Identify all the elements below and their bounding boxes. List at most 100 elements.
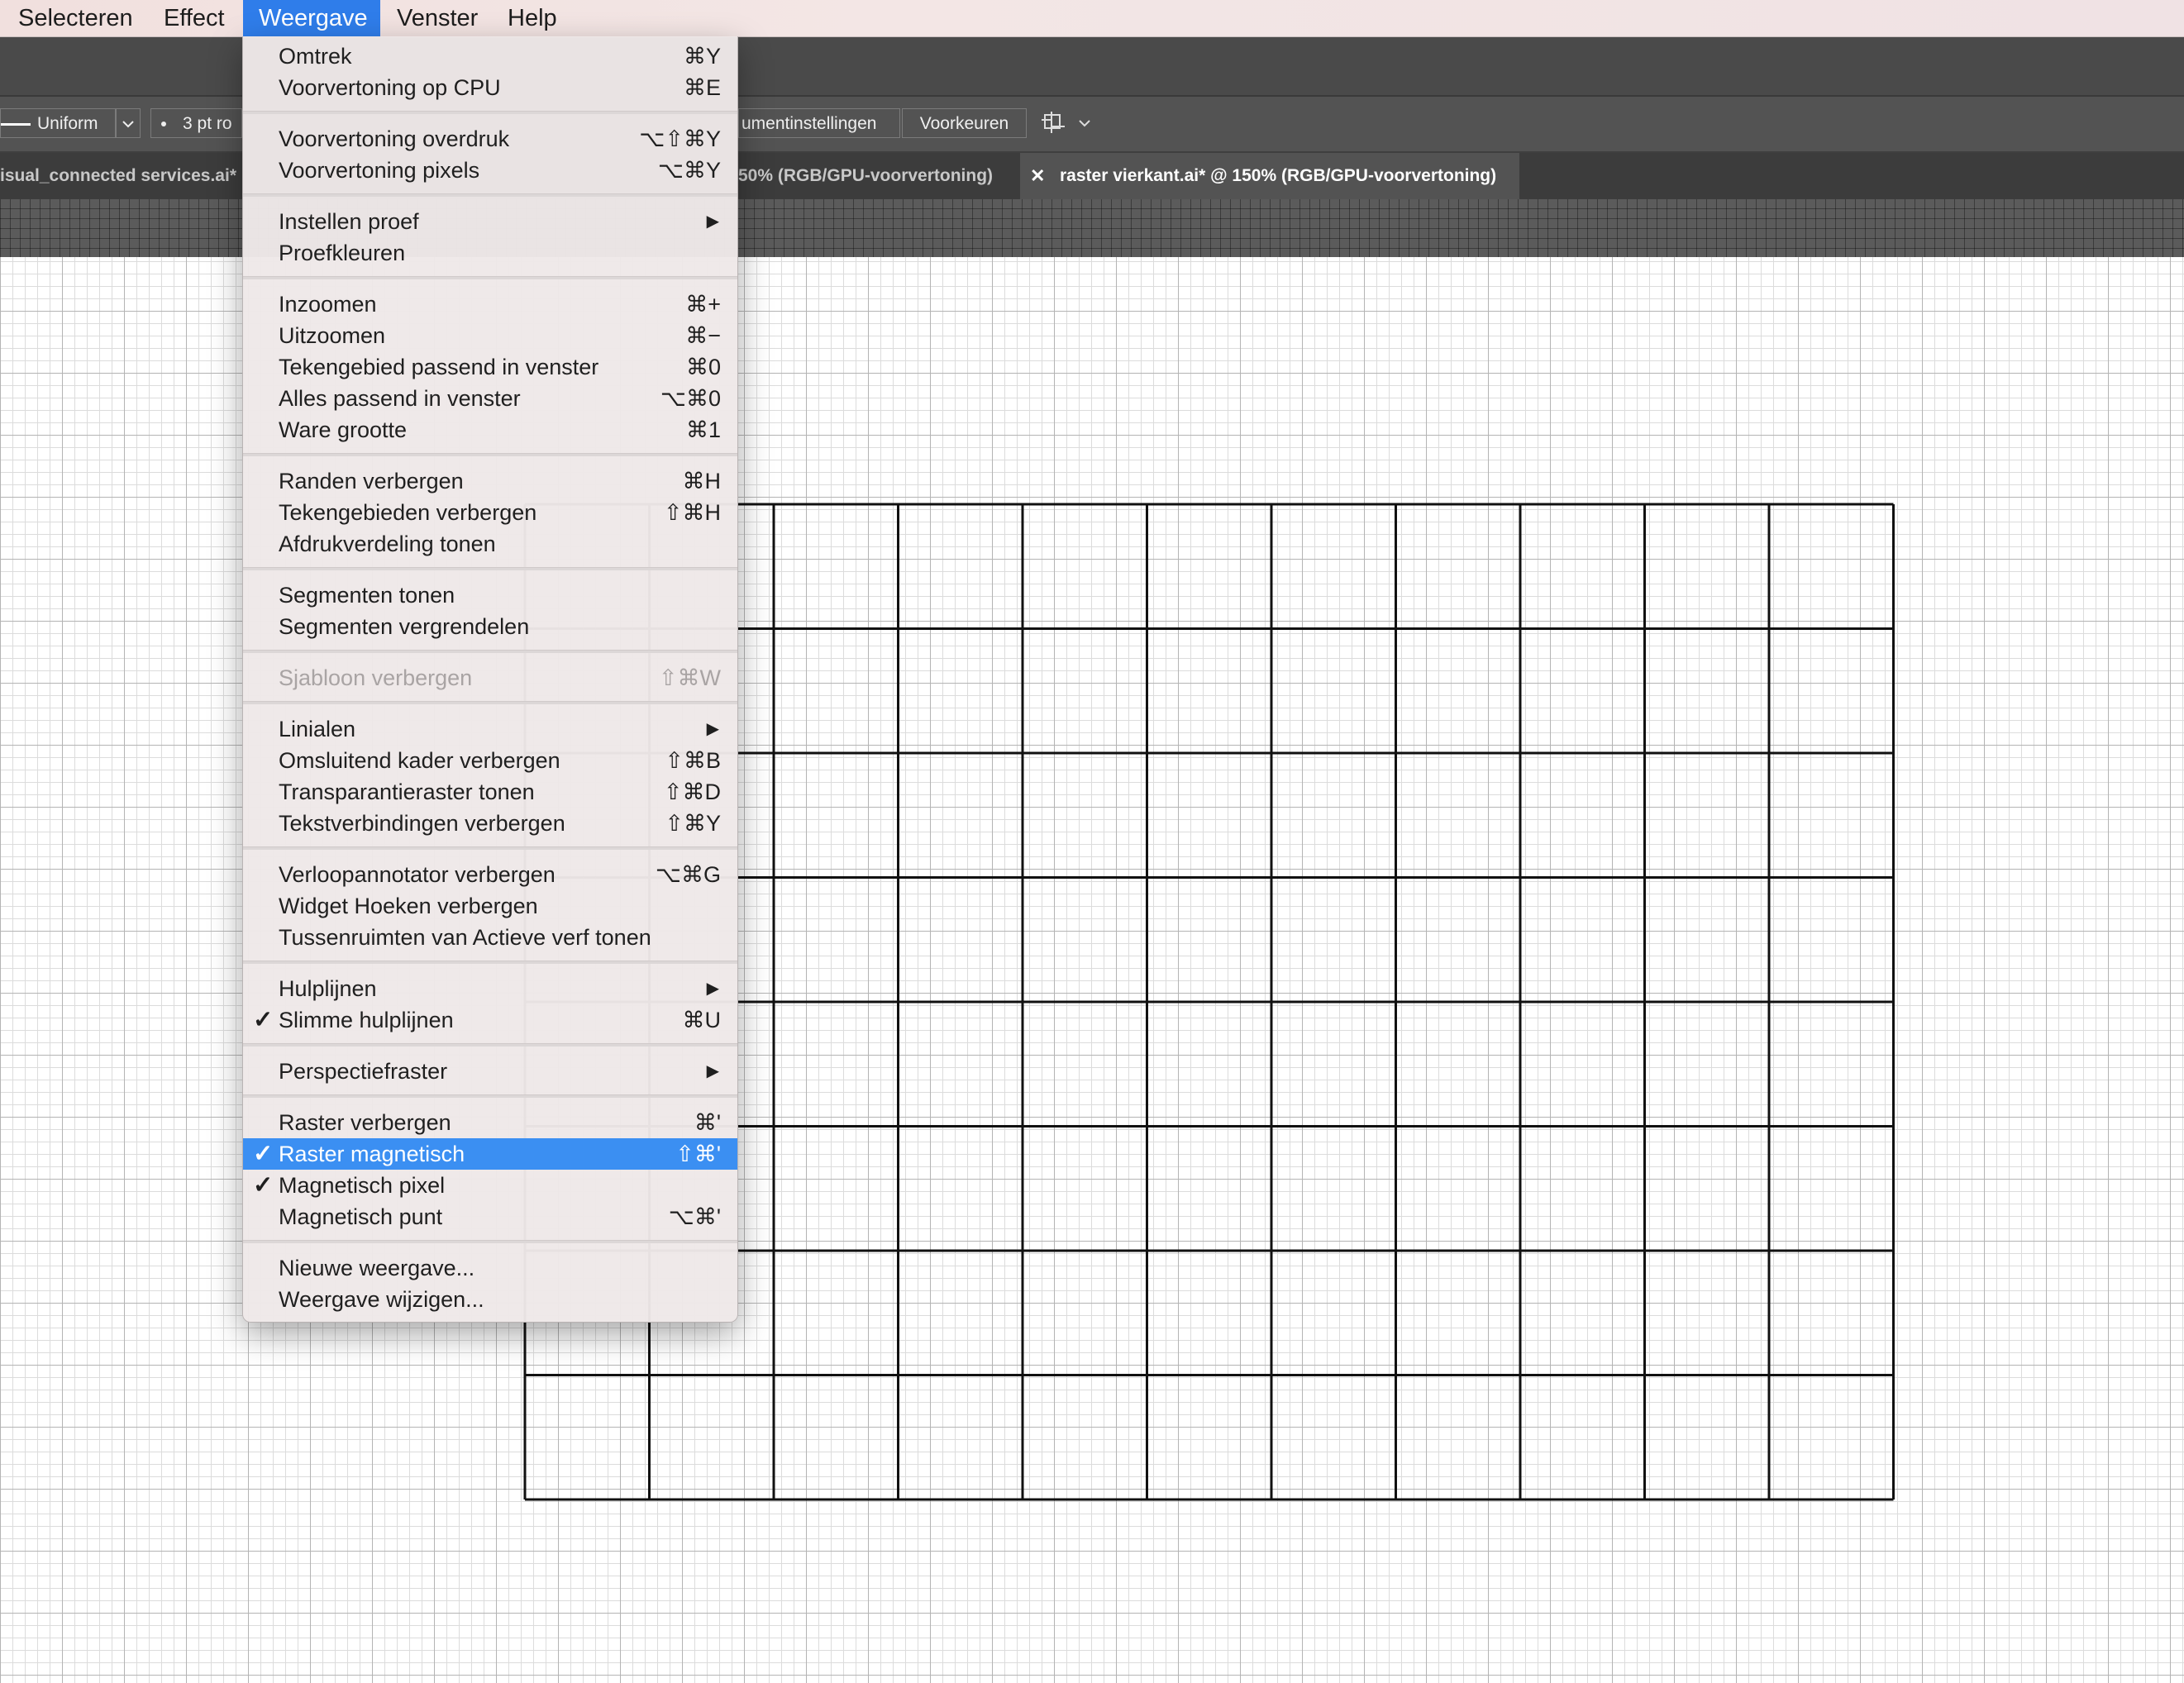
menu-item-label: Inzoomen [279,292,377,317]
menu-item-shortcut: ⌥⌘Y [657,158,721,183]
menu-item-linialen[interactable]: Linialen ▶ [243,713,737,745]
menu-item-perspectiefraster[interactable]: Perspectiefraster ▶ [243,1056,737,1087]
menu-item-shortcut: ⌘U [682,1008,722,1032]
menu-item-inzoomen[interactable]: Inzoomen ⌘+ [243,288,737,320]
menu-item-label: Randen verbergen [279,469,464,493]
menu-item-shortcut: ⇧⌘Y [665,811,721,836]
menu-item-tekstverbindingen-verbergen[interactable]: Tekstverbindingen verbergen ⇧⌘Y [243,808,737,839]
menu-item-shortcut: ⌥⌘0 [660,386,721,411]
menu-item-voorvertoning-overdruk[interactable]: Voorvertoning overdruk ⌥⇧⌘Y [243,123,737,155]
menu-weergave[interactable]: Weergave [243,0,380,36]
menu-item-raster-verbergen[interactable]: Raster verbergen ⌘' [243,1107,737,1138]
menu-item-label: Tekstverbindingen verbergen [279,811,565,836]
menu-item-voorvertoning-pixels[interactable]: Voorvertoning pixels ⌥⌘Y [243,155,737,186]
menu-item-label: Instellen proef [279,209,419,234]
menu-item-verloopannotator-verbergen[interactable]: Verloopannotator verbergen ⌥⌘G [243,859,737,890]
menu-item-shortcut: ⌥⌘G [655,862,721,887]
brush-definition-select[interactable]: 3 pt ro [150,108,242,138]
document-settings-button[interactable]: umentinstellingen [738,108,900,138]
menu-item-label: Segmenten vergrendelen [279,614,530,639]
tab-second-document[interactable]: 50% (RGB/GPU-voorvertoning) [738,153,1019,199]
stroke-profile-select[interactable]: Uniform [0,108,116,138]
menu-separator [243,650,737,653]
menu-item-magnetisch-pixel[interactable]: ✓ Magnetisch pixel [243,1170,737,1201]
menu-separator [243,111,737,114]
menu-item-afdrukverdeling-tonen[interactable]: Afdrukverdeling tonen [243,528,737,560]
menu-item-tekengebieden-verbergen[interactable]: Tekengebieden verbergen ⇧⌘H [243,497,737,528]
menu-item-label: Voorvertoning overdruk [279,126,510,151]
checkmark-icon: ✓ [253,1141,274,1167]
menu-separator [243,567,737,570]
menu-effect[interactable]: Effect [148,0,241,36]
arrange-chevron-icon[interactable] [1078,117,1091,131]
menu-separator [243,193,737,197]
stroke-line-icon [1,122,31,126]
menu-item-shortcut: ⌘H [682,469,722,493]
menu-item-magnetisch-punt[interactable]: Magnetisch punt ⌥⌘' [243,1201,737,1232]
menu-item-label: Transparantieraster tonen [279,780,535,804]
menu-item-segmenten-vergrendelen[interactable]: Segmenten vergrendelen [243,611,737,642]
menu-item-label: Raster verbergen [279,1110,451,1135]
menu-item-shortcut: ⇧⌘H [663,500,721,525]
menu-item-voorvertoning-op-cpu[interactable]: Voorvertoning op CPU ⌘E [243,72,737,103]
arrange-documents-icon[interactable] [1040,110,1068,136]
menu-item-tekengebied-passend-in-venster[interactable]: Tekengebied passend in venster ⌘0 [243,351,737,383]
menu-item-raster-magnetisch[interactable]: ✓ Raster magnetisch ⇧⌘' [243,1138,737,1170]
menu-item-label: Alles passend in venster [279,386,521,411]
menu-item-ware-grootte[interactable]: Ware grootte ⌘1 [243,414,737,446]
menu-item-label: Nieuwe weergave... [279,1256,475,1280]
menu-item-label: Tussenruimten van Actieve verf tonen [279,925,651,950]
menu-item-segmenten-tonen[interactable]: Segmenten tonen [243,579,737,611]
menu-item-shortcut: ⌘1 [685,417,721,442]
menu-item-label: Sjabloon verbergen [279,665,473,690]
menu-help[interactable]: Help [492,0,573,36]
menu-item-label: Omtrek [279,44,352,69]
menu-separator [243,1094,737,1098]
menu-item-label: Segmenten tonen [279,583,455,608]
menu-item-shortcut: ⇧⌘B [665,748,721,773]
tab-raster-vierkant[interactable]: ✕ raster vierkant.ai* @ 150% (RGB/GPU-vo… [1020,153,1519,199]
tab-label: raster vierkant.ai* @ 150% (RGB/GPU-voor… [1060,166,1497,185]
menu-item-shortcut: ⇧⌘' [675,1142,721,1166]
preferences-button[interactable]: Voorkeuren [902,108,1027,138]
menu-item-shortcut: ⇧⌘D [663,780,721,804]
menu-item-label: Perspectiefraster [279,1059,448,1084]
menu-item-shortcut: ⌘+ [685,292,721,317]
menu-item-shortcut: ⌥⇧⌘Y [639,126,721,151]
menu-item-shortcut: ⌘' [694,1110,721,1135]
tab-close-icon[interactable]: ✕ [1030,153,1045,199]
menu-item-label: Verloopannotator verbergen [279,862,556,887]
menu-item-shortcut: ⇧⌘W [658,665,721,690]
menu-separator [243,701,737,704]
menu-item-label: Magnetisch punt [279,1204,443,1229]
menu-item-widget-hoeken-verbergen[interactable]: Widget Hoeken verbergen [243,890,737,922]
menu-venster[interactable]: Venster [381,0,494,36]
menu-separator [243,1240,737,1243]
menu-separator [243,1043,737,1047]
menu-item-proefkleuren[interactable]: Proefkleuren [243,237,737,269]
brush-dot-icon [161,122,166,127]
menu-item-instellen-proef[interactable]: Instellen proef ▶ [243,206,737,237]
brush-size-label: 3 pt ro [183,114,232,133]
menu-item-omtrek[interactable]: Omtrek ⌘Y [243,41,737,72]
stroke-profile-chevron-icon[interactable] [116,108,141,138]
menu-item-slimme-hulplijnen[interactable]: ✓ Slimme hulplijnen ⌘U [243,1004,737,1036]
menu-item-label: Voorvertoning pixels [279,158,480,183]
menu-item-shortcut: ⌘Y [683,44,721,69]
tab-visual-connected-services[interactable]: isual_connected services.ai* [0,153,240,199]
menu-item-weergave-wijzigen[interactable]: Weergave wijzigen... [243,1284,737,1315]
menu-item-label: Proefkleuren [279,241,406,265]
menu-item-tussenruimten-van-actieve-verf-tonen[interactable]: Tussenruimten van Actieve verf tonen [243,922,737,953]
menu-item-transparantieraster-tonen[interactable]: Transparantieraster tonen ⇧⌘D [243,776,737,808]
menu-item-hulplijnen[interactable]: Hulplijnen ▶ [243,973,737,1004]
menu-item-nieuwe-weergave[interactable]: Nieuwe weergave... [243,1252,737,1284]
menu-item-shortcut: ⌘E [683,75,721,100]
menu-item-uitzoomen[interactable]: Uitzoomen ⌘− [243,320,737,351]
menu-separator [243,276,737,279]
menu-item-omsluitend-kader-verbergen[interactable]: Omsluitend kader verbergen ⇧⌘B [243,745,737,776]
menu-item-label: Ware grootte [279,417,408,442]
menu-selecteren[interactable]: Selecteren [2,0,149,36]
menu-item-alles-passend-in-venster[interactable]: Alles passend in venster ⌥⌘0 [243,383,737,414]
menu-item-randen-verbergen[interactable]: Randen verbergen ⌘H [243,465,737,497]
menu-item-sjabloon-verbergen: Sjabloon verbergen ⇧⌘W [243,662,737,694]
